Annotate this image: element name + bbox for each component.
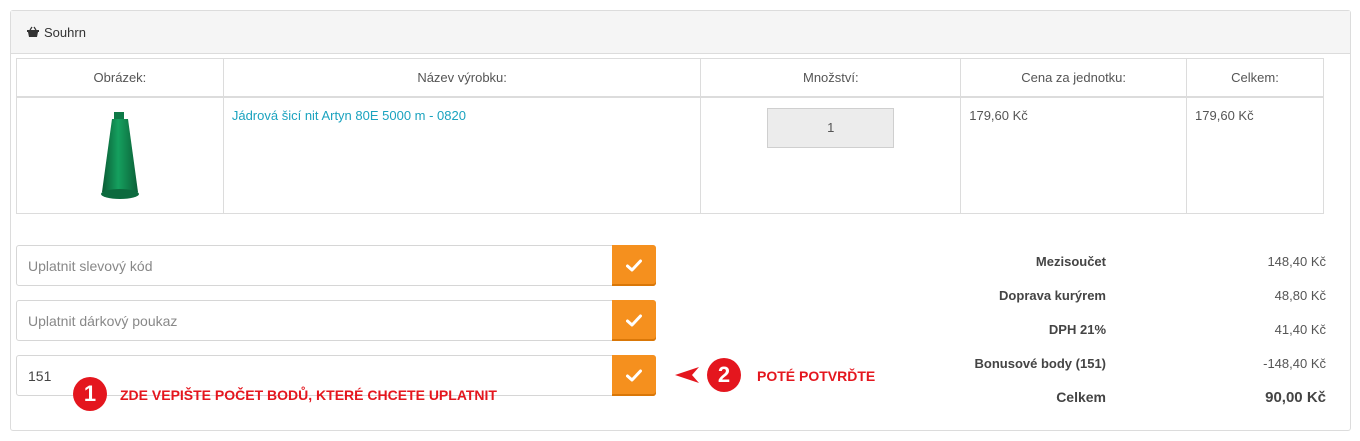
apply-points-button[interactable]	[612, 355, 656, 396]
apply-voucher-button[interactable]	[612, 300, 656, 341]
line-total-cell: 179,60 Kč	[1186, 96, 1324, 214]
subtotal-row: Mezisoučet 148,40 Kč	[946, 254, 1326, 269]
bonus-points-row: Bonusové body (151) -148,40 Kč	[946, 356, 1326, 371]
panel-header: Souhrn	[11, 11, 1350, 54]
col-header-name: Název výrobku:	[222, 58, 702, 98]
basket-icon	[27, 26, 39, 37]
unit-price-cell: 179,60 Kč	[960, 96, 1188, 214]
step-2-badge: 2	[707, 358, 741, 392]
subtotal-value: 148,40 Kč	[1267, 254, 1326, 269]
apply-discount-button[interactable]	[612, 245, 656, 286]
step-1-text: ZDE VEPIŠTE POČET BODŮ, KTERÉ CHCETE UPL…	[120, 387, 497, 403]
product-image[interactable]	[90, 111, 150, 202]
product-name-cell: Jádrová šicí nit Artyn 80E 5000 m - 0820	[222, 96, 702, 214]
step-1-badge: 1	[73, 377, 107, 411]
discount-code-group: Uplatnit slevový kód	[16, 245, 656, 286]
table-row: Jádrová šicí nit Artyn 80E 5000 m - 0820…	[16, 96, 1324, 214]
check-icon	[626, 369, 642, 382]
total-value: 90,00 Kč	[1265, 389, 1326, 406]
arrow-left-icon	[675, 367, 699, 383]
quantity-input[interactable]: 1	[767, 107, 895, 148]
bonus-points-value: -148,40 Kč	[1263, 356, 1326, 371]
discount-code-input[interactable]: Uplatnit slevový kód	[17, 246, 612, 285]
col-header-unit-price: Cena za jednotku:	[960, 58, 1188, 98]
cart-table: Obrázek: Název výrobku: Množství: Cena z…	[16, 58, 1324, 214]
panel-title: Souhrn	[44, 24, 86, 40]
subtotal-label: Mezisoučet	[1035, 254, 1106, 269]
bonus-points-label: Bonusové body (151)	[974, 356, 1106, 371]
col-header-quantity: Množství:	[700, 58, 962, 98]
col-header-total: Celkem:	[1186, 58, 1324, 98]
total-label: Celkem	[1056, 389, 1106, 405]
quantity-cell: 1	[700, 96, 962, 214]
gift-voucher-group: Uplatnit dárkový poukaz	[16, 300, 656, 341]
shipping-label: Doprava kurýrem	[999, 288, 1106, 303]
total-row: Celkem 90,00 Kč	[946, 389, 1326, 406]
vat-label: DPH 21%	[1048, 322, 1106, 337]
gift-voucher-input[interactable]: Uplatnit dárkový poukaz	[17, 301, 612, 340]
table-header-row: Obrázek: Název výrobku: Množství: Cena z…	[16, 58, 1324, 98]
col-header-image: Obrázek:	[16, 58, 224, 98]
shipping-value: 48,80 Kč	[1274, 288, 1326, 303]
vat-row: DPH 21% 41,40 Kč	[946, 322, 1326, 337]
check-icon	[626, 259, 642, 272]
product-image-cell	[16, 96, 224, 214]
vat-value: 41,40 Kč	[1274, 322, 1326, 337]
check-icon	[626, 314, 642, 327]
shipping-row: Doprava kurýrem 48,80 Kč	[946, 288, 1326, 303]
product-name-link[interactable]: Jádrová šicí nit Artyn 80E 5000 m - 0820	[232, 108, 466, 123]
step-2-text: POTÉ POTVRĎTE	[757, 368, 876, 384]
